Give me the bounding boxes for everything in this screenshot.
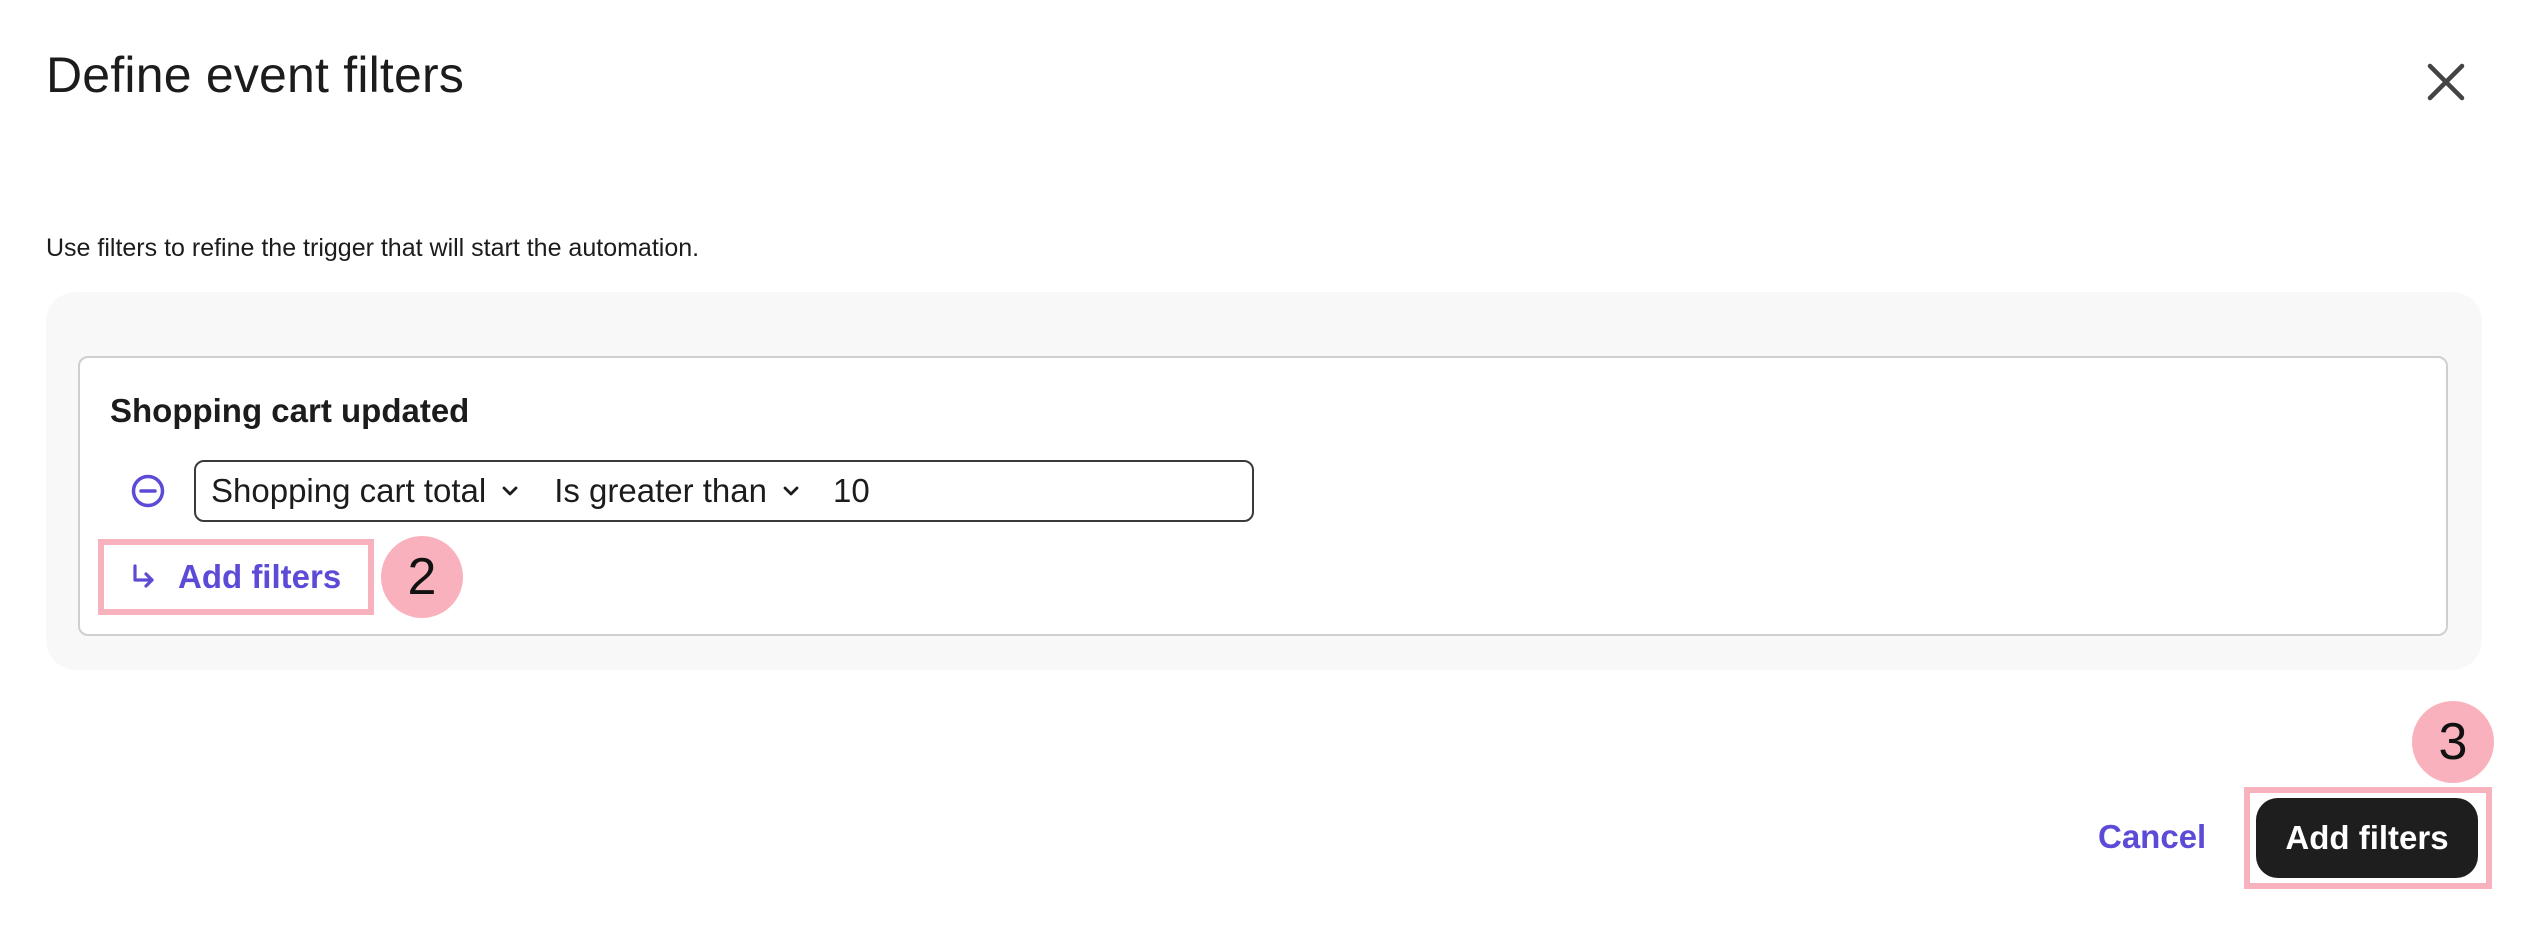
step-callout-3: 3 <box>2412 701 2494 783</box>
add-filters-link-label: Add filters <box>178 558 342 595</box>
property-select-value: Shopping cart total <box>211 472 487 509</box>
filter-value-input[interactable] <box>820 461 1260 521</box>
dialog-title: Define event filters <box>46 47 465 103</box>
operator-select[interactable]: Is greater than <box>540 462 821 520</box>
minus-circle-icon <box>131 474 165 508</box>
chevron-down-icon <box>502 486 518 496</box>
event-name: Shopping cart updated <box>110 392 470 429</box>
chevron-down-icon <box>783 486 799 496</box>
operator-select-value: Is greater than <box>554 472 767 509</box>
arrow-turn-down-right-icon <box>133 564 154 588</box>
property-select[interactable]: Shopping cart total <box>196 462 540 520</box>
filter-condition-row: Shopping cart total Is greater than <box>194 460 1260 522</box>
add-filters-button-label: Add filters <box>2285 819 2449 856</box>
close-button[interactable] <box>2424 60 2468 104</box>
add-filters-button[interactable]: Add filters <box>2256 798 2478 878</box>
close-icon <box>2427 63 2465 101</box>
add-filters-link[interactable]: Add filters <box>98 539 374 615</box>
step-callout-2: 2 <box>381 536 463 618</box>
cancel-button[interactable]: Cancel <box>2098 820 2206 853</box>
remove-filter-button[interactable] <box>130 473 166 509</box>
dialog-description: Use filters to refine the trigger that w… <box>46 234 700 262</box>
